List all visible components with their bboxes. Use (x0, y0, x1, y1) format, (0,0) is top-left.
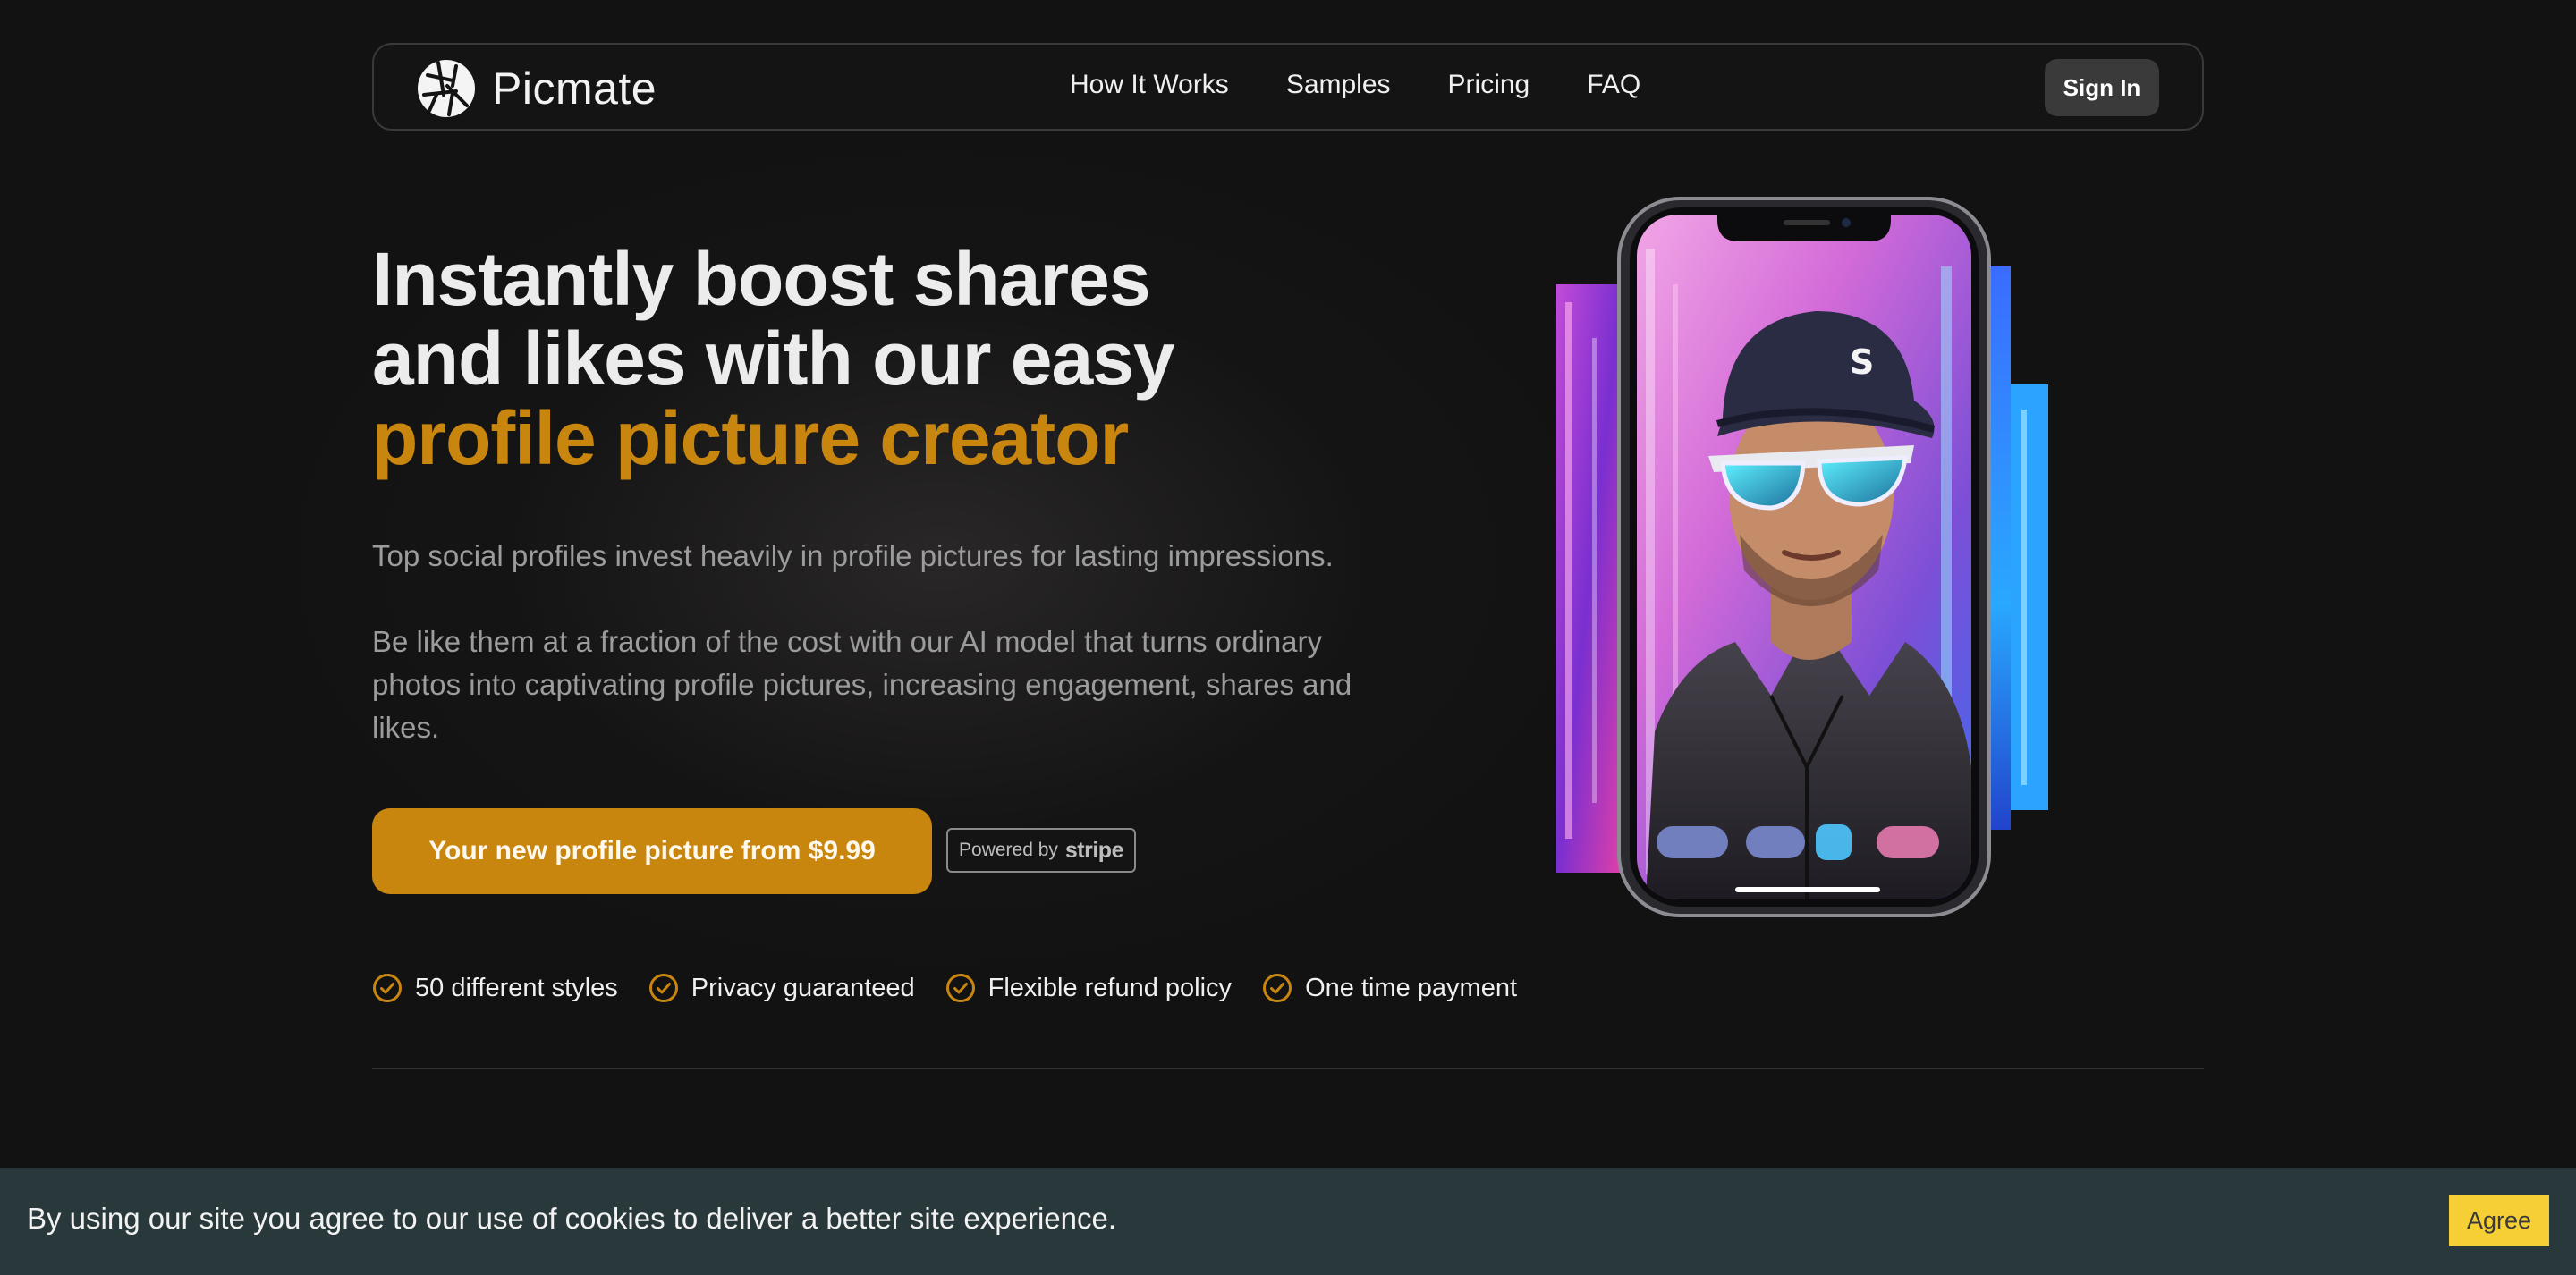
stripe-wordmark: stripe (1064, 837, 1124, 863)
feature-label: Privacy guaranteed (691, 973, 915, 1002)
section-divider (372, 1068, 2204, 1069)
check-circle-icon (373, 974, 402, 1002)
nav-link-pricing[interactable]: Pricing (1448, 70, 1530, 100)
main-menu: How It Works Samples Pricing FAQ (1070, 70, 1640, 100)
powered-by-stripe-badge: Powered by stripe (946, 828, 1136, 873)
get-profile-picture-button[interactable]: Your new profile picture from $9.99 (372, 808, 932, 894)
svg-text:S: S (1850, 342, 1874, 382)
phone-mockup: S (1547, 195, 2066, 919)
feature-item: Privacy guaranteed (648, 973, 915, 1003)
headline-line-2: and likes with our easy (372, 317, 1175, 401)
nav-link-faq[interactable]: FAQ (1587, 70, 1640, 100)
feature-list: 50 different styles Privacy guaranteed F… (372, 973, 1517, 1003)
hero-headline: Instantly boost shares and likes with ou… (372, 240, 1356, 478)
sign-in-button[interactable]: Sign In (2045, 59, 2159, 116)
phone-illustration: S (1556, 197, 2048, 917)
headline-line-1: Instantly boost shares (372, 237, 1151, 321)
hero-paragraph-1: Top social profiles invest heavily in pr… (372, 539, 1334, 572)
top-navbar: Picmate How It Works Samples Pricing FAQ… (372, 43, 2204, 131)
agree-button[interactable]: Agree (2449, 1195, 2549, 1246)
picmate-logo-icon (418, 60, 475, 117)
brand-logo[interactable]: Picmate (417, 59, 657, 118)
hero-paragraph-2: Be like them at a fraction of the cost w… (372, 625, 1352, 744)
feature-label: One time payment (1305, 973, 1518, 1002)
brand-name: Picmate (492, 63, 657, 114)
feature-item: Flexible refund policy (945, 973, 1232, 1003)
feature-label: Flexible refund policy (987, 973, 1233, 1002)
nav-link-samples[interactable]: Samples (1286, 70, 1391, 100)
feature-item: 50 different styles (372, 973, 618, 1003)
check-circle-icon (648, 974, 678, 1002)
feature-item: One time payment (1262, 973, 1517, 1003)
headline-accent: profile picture creator (372, 396, 1129, 480)
feature-label: 50 different styles (415, 973, 618, 1002)
cookie-message: By using our site you agree to our use o… (27, 1202, 1117, 1235)
check-circle-icon (945, 974, 975, 1002)
check-circle-icon (1263, 974, 1292, 1002)
cookie-consent-bar: By using our site you agree to our use o… (0, 1168, 2576, 1275)
nav-link-how-it-works[interactable]: How It Works (1070, 70, 1229, 100)
powered-by-label: Powered by (959, 840, 1058, 860)
